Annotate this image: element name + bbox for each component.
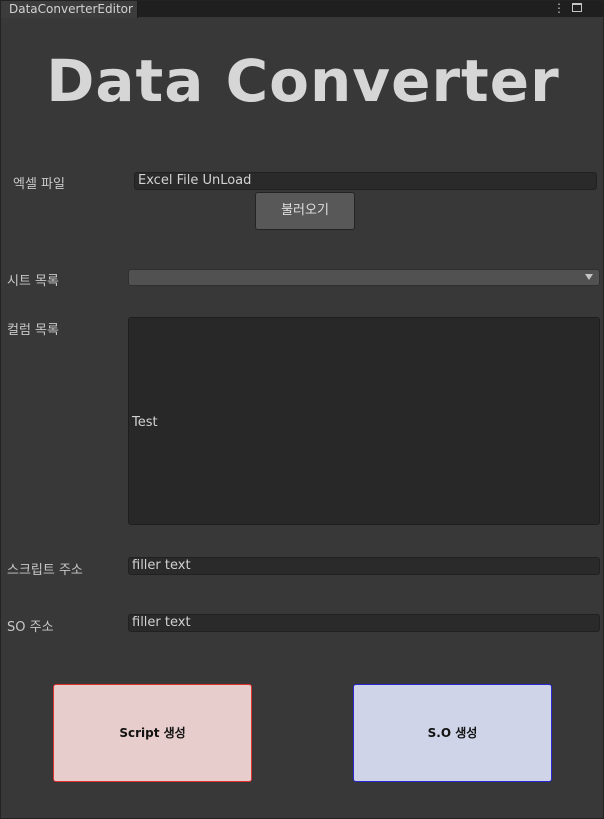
column-list-box[interactable]: Test bbox=[128, 317, 600, 525]
chevron-down-icon bbox=[585, 274, 593, 280]
sheet-list-dropdown[interactable] bbox=[128, 269, 600, 286]
so-path-input[interactable]: filler text bbox=[128, 614, 600, 632]
page-title: Data Converter bbox=[46, 47, 560, 115]
so-path-label: SO 주소 bbox=[7, 620, 54, 635]
editor-tab[interactable]: DataConverterEditor bbox=[1, 1, 138, 18]
column-list-label: 컬럼 목록 bbox=[7, 323, 59, 338]
script-path-label: 스크립트 주소 bbox=[7, 563, 83, 578]
create-so-button[interactable]: S.O 생성 bbox=[353, 684, 552, 782]
sheet-list-label: 시트 목록 bbox=[7, 274, 59, 289]
script-path-input[interactable]: filler text bbox=[128, 557, 600, 575]
excel-file-path-field[interactable]: Excel File UnLoad bbox=[134, 172, 597, 190]
editor-window: DataConverterEditor ⋮ Data Converter 엑셀 … bbox=[0, 0, 604, 819]
list-item[interactable]: Test bbox=[132, 415, 158, 430]
load-button[interactable]: 불러오기 bbox=[255, 192, 355, 230]
kebab-menu-icon[interactable]: ⋮ bbox=[553, 1, 565, 15]
excel-file-label: 엑셀 파일 bbox=[13, 177, 65, 192]
editor-tab-label: DataConverterEditor bbox=[9, 2, 133, 16]
create-script-button[interactable]: Script 생성 bbox=[53, 684, 252, 782]
maximize-icon[interactable] bbox=[572, 1, 584, 15]
window-titlebar: DataConverterEditor ⋮ bbox=[1, 1, 604, 18]
